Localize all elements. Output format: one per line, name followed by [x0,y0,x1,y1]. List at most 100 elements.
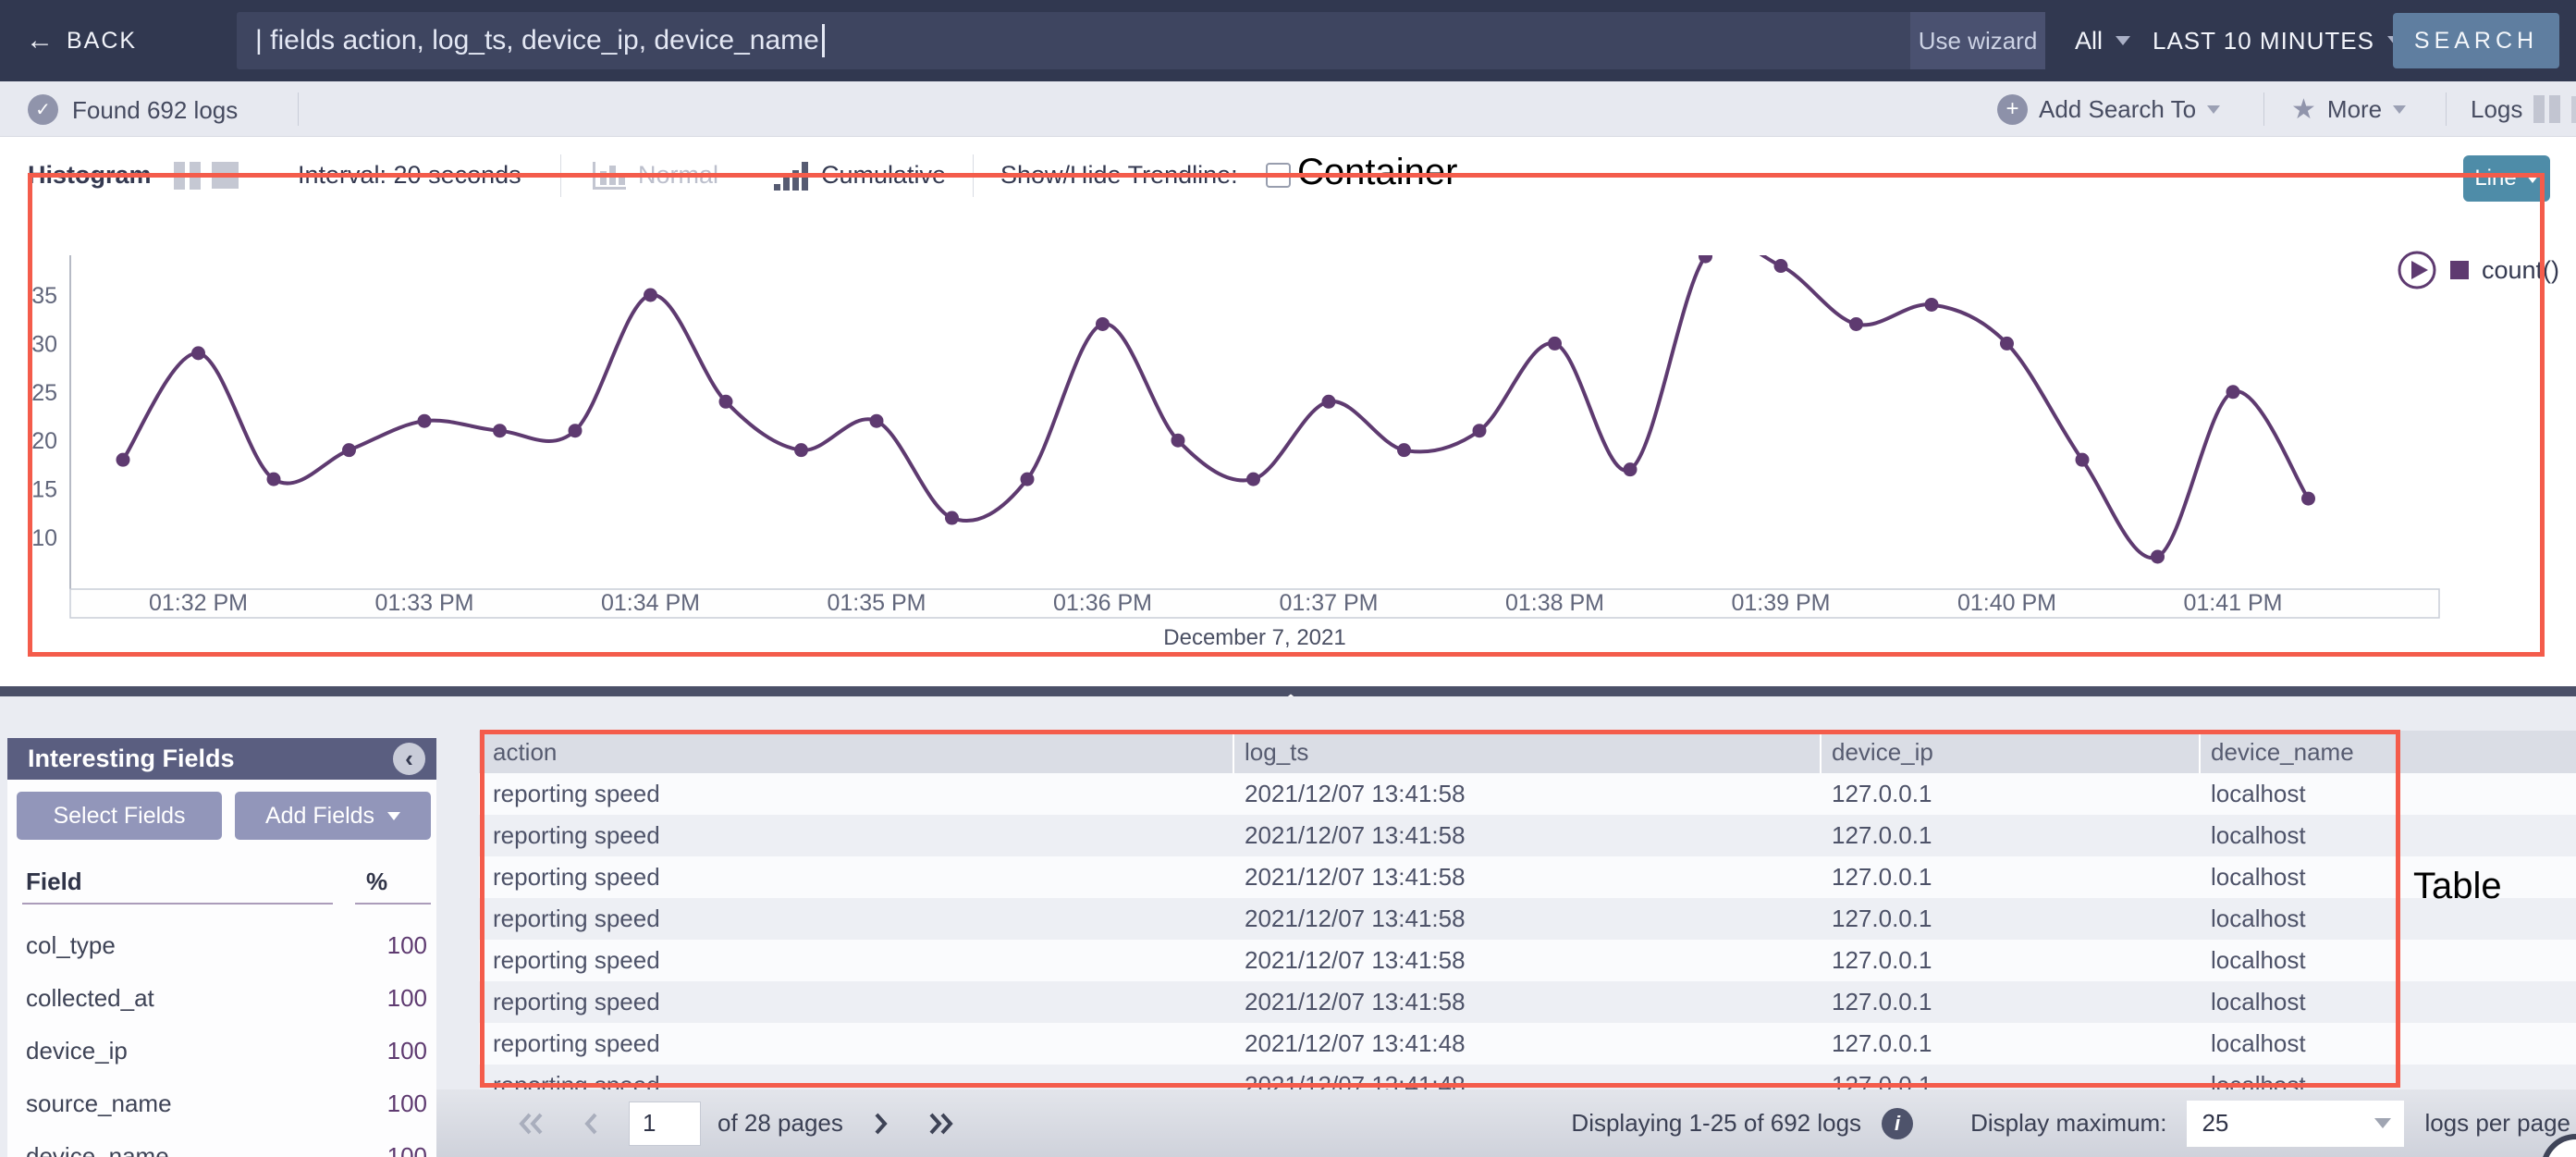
table-row[interactable]: reporting speed2021/12/07 13:41:48127.0.… [479,1023,2576,1065]
histogram-chart[interactable]: 35302520151001:32 PM01:33 PM01:34 PM01:3… [0,213,2576,666]
chevron-down-icon [2207,105,2220,114]
page-number-input[interactable]: 1 [629,1102,701,1146]
column-separator [2199,731,2201,773]
star-icon: ★ [2291,93,2316,126]
cell-device_ip: 127.0.0.1 [1832,981,1932,1023]
cell-device_ip: 127.0.0.1 [1832,940,1932,981]
cell-action: reporting speed [493,898,660,940]
cell-device_ip: 127.0.0.1 [1832,898,1932,940]
single-view-icon[interactable] [212,162,239,189]
back-arrow-icon: ← [26,27,55,55]
cumulative-bars-icon [773,160,810,191]
percent-column-header[interactable]: % [366,868,387,896]
field-percent: 100 [387,1037,427,1065]
split-view-icon[interactable] [2533,95,2560,123]
back-button[interactable]: ← BACK [26,0,137,81]
add-search-to-button[interactable]: + Add Search To [1997,81,2220,137]
log-search-screen: ← BACK | fields action, log_ts, device_i… [0,0,2576,1157]
query-text: | fields action, log_ts, device_ip, devi… [255,25,819,56]
trendline-toggle-group: Show/Hide Trendline: [1000,138,1291,213]
page-count-label: of 28 pages [718,1109,843,1138]
use-wizard-button[interactable]: Use wizard [1910,12,2045,69]
svg-text:01:34 PM: 01:34 PM [601,590,700,616]
cell-device_name: localhost [2211,898,2306,940]
prev-page-button[interactable] [570,1102,612,1145]
split-view-icon[interactable] [174,162,201,190]
column-header-device_name[interactable]: device_name [2211,731,2354,773]
log-table-rows: reporting speed 2021/12/07 13:41:58 127.0.… [479,773,2576,1089]
cell-device_name: localhost [2211,981,2306,1023]
column-separator [1820,731,1822,773]
cell-log_ts: 2021/12/07 13:41:58 [1245,773,1466,815]
table-row[interactable]: reporting speed2021/12/07 13:41:48127.0.… [479,1065,2576,1089]
found-logs-text: Found 692 logs [72,96,238,125]
field-column-header[interactable]: Field [26,868,82,896]
next-page-button[interactable] [860,1102,902,1145]
display-maximum-select[interactable]: 25 [2187,1101,2404,1147]
normal-mode-button[interactable]: Normal [592,138,718,213]
cell-device_ip: 127.0.0.1 [1832,856,1932,898]
chevron-down-icon [387,812,400,820]
table-row[interactable]: reporting speed2021/12/07 13:41:58127.0.… [479,815,2576,856]
more-button[interactable]: ★ More [2291,81,2406,137]
interesting-fields-panel: Interesting Fields ‹ Select Fields Add F… [7,738,436,1157]
per-page-label: logs per page [2424,1109,2570,1138]
field-row-collected_at[interactable]: collected_at100 [7,972,436,1025]
field-row-col_type[interactable]: col_type100 [7,919,436,972]
chevron-down-icon [2116,36,2130,45]
first-page-button[interactable] [510,1102,553,1145]
bar-chart-icon [592,160,627,191]
status-bar: ✓ Found 692 logs + Add Search To ★ More … [0,81,2576,137]
table-row[interactable]: reporting speed 2021/12/07 13:41:58 127.0.… [479,898,2576,940]
column-header-log_ts[interactable]: log_ts [1245,731,1308,773]
svg-text:01:37 PM: 01:37 PM [1279,590,1378,616]
cumulative-mode-button[interactable]: Cumulative [773,138,946,213]
column-header-device_ip[interactable]: device_ip [1832,731,1933,773]
divider [355,903,431,905]
divider [298,92,299,126]
add-fields-button[interactable]: Add Fields [235,792,431,840]
field-row-source_name[interactable]: source_name100 [7,1077,436,1130]
search-button[interactable]: SEARCH [2393,13,2559,68]
svg-text:01:40 PM: 01:40 PM [1957,590,2056,616]
cell-action: reporting speed [493,856,660,898]
chevron-down-icon [2374,1118,2391,1128]
text-caret [822,24,825,57]
scope-dropdown[interactable]: All [2075,0,2130,81]
cell-action: reporting speed [493,815,660,856]
play-circle-icon[interactable] [2397,250,2437,290]
cell-log_ts: 2021/12/07 13:41:58 [1245,981,1466,1023]
table-row[interactable]: reporting speed2021/12/07 13:41:58127.0.… [479,981,2576,1023]
svg-text:December 7, 2021: December 7, 2021 [1163,625,1345,650]
select-fields-button[interactable]: Select Fields [17,792,222,840]
back-label: BACK [67,28,137,55]
single-view-icon[interactable] [2571,96,2576,123]
info-icon[interactable]: i [1882,1108,1913,1139]
plus-circle-icon: + [1997,94,2028,125]
cell-device_name: localhost [2211,1023,2306,1065]
interval-label: Interval: 20 seconds [298,138,521,213]
collapse-panel-button[interactable]: ‹ [393,743,425,775]
cell-log_ts: 2021/12/07 13:41:58 [1245,898,1466,940]
cell-device_ip: 127.0.0.1 [1832,815,1932,856]
column-header-action[interactable]: action [493,731,557,773]
field-row-device_ip[interactable]: device_ip 100 [7,1025,436,1077]
svg-text:01:35 PM: 01:35 PM [827,590,926,616]
query-input[interactable]: | fields action, log_ts, device_ip, devi… [237,12,2045,69]
table-row[interactable]: reporting speed2021/12/07 13:41:58127.0.… [479,856,2576,898]
chart-legend: count() [2397,250,2559,290]
cell-action: reporting speed [493,1023,660,1065]
time-range-dropdown[interactable]: LAST 10 MINUTES [2153,0,2402,81]
table-row[interactable]: reporting speed2021/12/07 13:41:58127.0.… [479,940,2576,981]
svg-text:01:38 PM: 01:38 PM [1505,590,1604,616]
trendline-checkbox[interactable] [1266,163,1291,188]
cell-device_name: localhost [2211,773,2306,815]
field-row-device_name[interactable]: device_name100 [7,1130,436,1157]
last-page-button[interactable] [919,1102,962,1145]
chart-type-dropdown[interactable]: Line [2463,155,2550,202]
field-name: device_name [26,1142,169,1157]
divider [2263,92,2264,126]
field-percent: 100 [387,931,427,960]
field-name: device_ip [26,1037,128,1065]
table-row[interactable]: reporting speed2021/12/07 13:41:58127.0.… [479,773,2576,815]
